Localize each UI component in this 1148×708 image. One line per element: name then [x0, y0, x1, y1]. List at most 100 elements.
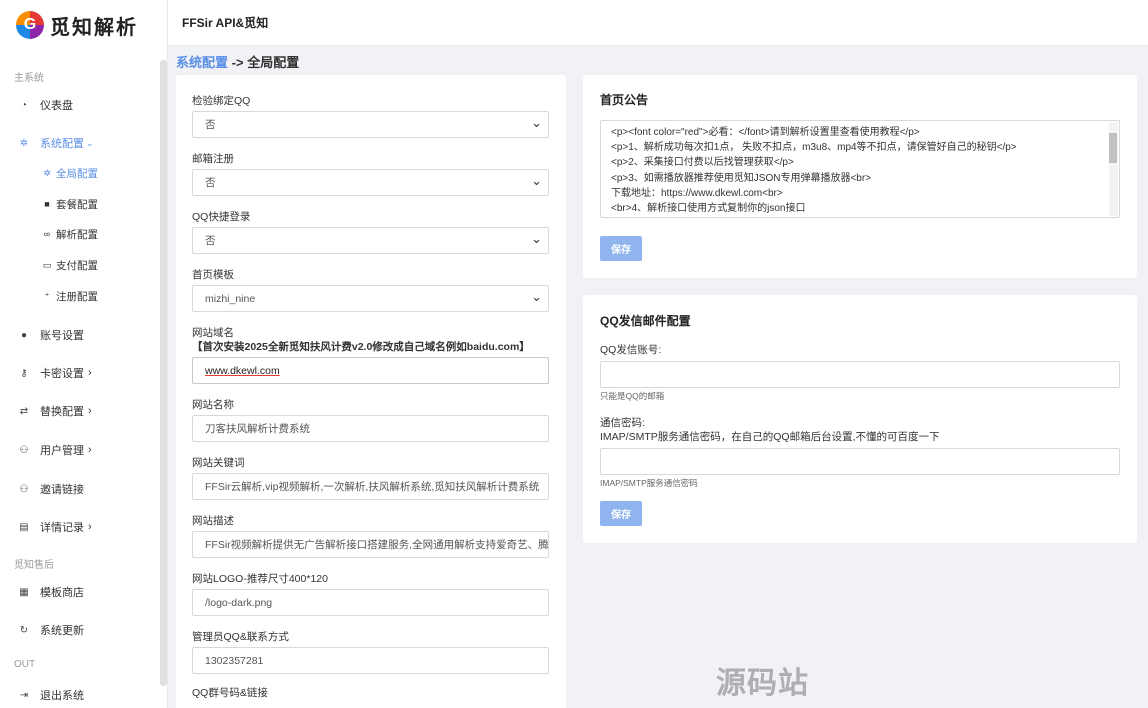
sidebar-item-label: 详情记录	[40, 522, 84, 534]
breadcrumb-separator: ->	[231, 55, 244, 70]
sidebar-subitem-package-config[interactable]: ■ 套餐配置	[42, 195, 98, 213]
sidebar-item-label: 用户管理	[40, 445, 84, 457]
sidebar-item-dashboard[interactable]: ◔ 仪表盘	[0, 94, 73, 116]
qq-quick-login-select[interactable]: 否	[192, 227, 549, 254]
sidebar-item-invite-link[interactable]: ⚇ 邀请链接	[0, 478, 84, 500]
email-register-label: 邮箱注册	[192, 153, 234, 165]
user-plus-icon: ⚇	[19, 483, 29, 495]
sidebar-subitem-parse-config[interactable]: ∞ 解析配置	[42, 225, 98, 243]
admin-qq-input[interactable]: 1302357281	[192, 647, 549, 674]
announcement-save-button[interactable]: 保存	[600, 236, 642, 261]
admin-qq-label: 管理员QQ&联系方式	[192, 631, 289, 643]
mail-password-input[interactable]	[600, 448, 1120, 475]
sidebar-item-user-management[interactable]: ⚇ 用户管理 ›	[0, 439, 92, 461]
section-label-out: OUT	[14, 659, 36, 670]
sidebar-subitem-payment-config[interactable]: ▭ 支付配置	[42, 256, 98, 274]
site-name-input[interactable]: 刀客扶风解析计费系统	[192, 415, 549, 442]
mail-account-input[interactable]	[600, 361, 1120, 388]
sidebar-item-system-update[interactable]: ↻ 系统更新	[0, 619, 84, 641]
announcement-textarea[interactable]: <p><font color="red">必看：</font>请到解析设置里查看…	[600, 120, 1120, 218]
mail-password-help: IMAP/SMTP服务通信密码	[600, 478, 698, 488]
sidebar-subitem-label: 注册配置	[56, 290, 98, 303]
mail-config-title: QQ发信邮件配置	[600, 314, 691, 328]
site-description-label: 网站描述	[192, 515, 234, 527]
sidebar-subitem-register-config[interactable]: ⁺ 注册配置	[42, 287, 98, 305]
refresh-icon: ↻	[19, 624, 29, 636]
announcement-line: <p><font color="red">必看：</font>请到解析设置里查看…	[611, 127, 920, 138]
sidebar-item-logout[interactable]: ⇥ 退出系统	[0, 684, 84, 706]
qq-group-label: QQ群号码&链接	[192, 687, 268, 699]
sidebar-item-label: 替换配置	[40, 406, 84, 418]
announcement-line: <p>3、如需播放器推荐使用觅知JSON专用弹幕播放器<br>	[611, 172, 872, 184]
logo[interactable]: G 觅知解析	[0, 0, 167, 50]
email-register-select[interactable]: 否	[192, 169, 549, 196]
sidebar-item-detail-records[interactable]: ▤ 详情记录 ›	[0, 516, 91, 538]
announcement-line: <br>4、解析接口使用方式复制你的json接口	[611, 203, 806, 215]
breadcrumb-current: 全局配置	[247, 55, 300, 70]
mail-account-help: 只能是QQ的邮箱	[600, 391, 665, 401]
sidebar-subitem-global-config[interactable]: ✲ 全局配置	[42, 164, 98, 182]
site-logo-label: 网站LOGO-推荐尺寸400*120	[192, 573, 328, 585]
chevron-right-icon: ›	[88, 444, 92, 456]
site-domain-value: www.dkewl.com	[205, 364, 280, 377]
sidebar-item-label: 账号设置	[40, 330, 84, 342]
announcement-line: <p>1、解析成功每次扣1点， 失败不扣点，m3u8、mp4等不扣点，请保管好自…	[611, 142, 1017, 154]
user-plus-icon: ⁺	[44, 290, 50, 301]
breadcrumb-parent[interactable]: 系统配置	[176, 55, 228, 70]
sidebar-item-system-config[interactable]: ✲ 系统配置 ⌄	[0, 132, 94, 154]
site-name-label: 网站名称	[192, 399, 234, 411]
gear-icon: ✲	[19, 137, 29, 149]
mail-password-desc: IMAP/SMTP服务通信密码，在自己的QQ邮箱后台设置,不懂的可百度一下	[600, 431, 940, 443]
sidebar-item-label: 仪表盘	[40, 100, 73, 112]
site-domain-input[interactable]: www.dkewl.com	[192, 357, 549, 384]
chevron-right-icon: ›	[88, 367, 92, 379]
sidebar-item-label: 系统配置	[40, 138, 84, 150]
brand-name: 觅知解析	[50, 14, 138, 39]
announcement-line: 下载地址：https://www.dkewl.com<br>	[611, 187, 783, 199]
global-config-form-card: 检验绑定QQ 否 邮箱注册 否 QQ快捷登录 否 首页模板 mizhi_nine…	[176, 75, 566, 708]
dashboard-icon: ◔	[20, 99, 28, 111]
sidebar-item-replace-config[interactable]: ⇄ 替换配置 ›	[0, 400, 92, 422]
logo-icon: G	[16, 11, 44, 39]
users-icon: ⚇	[19, 444, 29, 456]
section-label-after-sales: 觅知售后	[14, 560, 54, 571]
gear-icon: ✲	[43, 167, 51, 178]
mail-password-label: 通信密码:	[600, 417, 645, 429]
site-domain-label: 网站域名	[192, 327, 234, 339]
chevron-right-icon: ›	[88, 405, 92, 417]
mail-account-label: QQ发信账号:	[600, 344, 662, 356]
watermark: 源码站www.yuanmaz.com	[716, 666, 1055, 708]
sidebar-item-label: 退出系统	[40, 690, 84, 702]
sidebar-item-label: 邀请链接	[40, 484, 84, 496]
sidebar-subitem-label: 套餐配置	[56, 198, 98, 211]
sidebar-scrollbar[interactable]	[160, 60, 167, 686]
bind-qq-label: 检验绑定QQ	[192, 95, 251, 107]
announcement-title: 首页公告	[600, 93, 649, 107]
key-icon: ⚷	[20, 367, 28, 379]
sidebar-item-label: 模板商店	[40, 587, 84, 599]
home-template-select[interactable]: mizhi_nine	[192, 285, 549, 312]
store-icon: ▦	[19, 586, 29, 598]
chevron-down-icon: ⌄	[86, 137, 94, 148]
site-keywords-input[interactable]: FFSir云解析,vip视频解析,一次解析,扶风解析系统,觅知扶风解析计费系统	[192, 473, 549, 500]
logout-icon: ⇥	[19, 689, 29, 701]
sidebar-item-card-settings[interactable]: ⚷ 卡密设置 ›	[0, 362, 92, 384]
site-logo-input[interactable]: /logo-dark.png	[192, 589, 549, 616]
home-template-label: 首页模板	[192, 269, 234, 281]
sidebar-item-account-settings[interactable]: ● 账号设置	[0, 324, 84, 346]
announcement-card: 首页公告 <p><font color="red">必看：</font>请到解析…	[583, 75, 1137, 278]
credit-card-icon: ▭	[42, 259, 52, 270]
breadcrumb: 系统配置 -> 全局配置	[176, 52, 299, 71]
clipboard-icon: ▤	[19, 521, 29, 533]
top-header: FFSir API&觅知	[168, 0, 1148, 46]
announcement-line: <p>2、采集接口付费以后找管理获取</p>	[611, 157, 794, 169]
link-icon: ∞	[43, 229, 51, 239]
bind-qq-select[interactable]: 否	[192, 111, 549, 138]
site-description-input[interactable]: FFSir视频解析提供无广告解析接口搭建服务,全网通用解析支持爱奇艺、腾讯	[192, 531, 549, 558]
sidebar-subitem-label: 解析配置	[56, 228, 98, 241]
sidebar-item-template-store[interactable]: ▦ 模板商店	[0, 581, 84, 603]
textarea-scroll-thumb[interactable]	[1109, 133, 1117, 163]
user-icon: ●	[20, 329, 28, 341]
sidebar: G 觅知解析 主系统 ◔ 仪表盘 ✲ 系统配置 ⌄ ✲ 全局配置 ■ 套餐配置 …	[0, 0, 168, 708]
mail-save-button[interactable]: 保存	[600, 501, 642, 526]
